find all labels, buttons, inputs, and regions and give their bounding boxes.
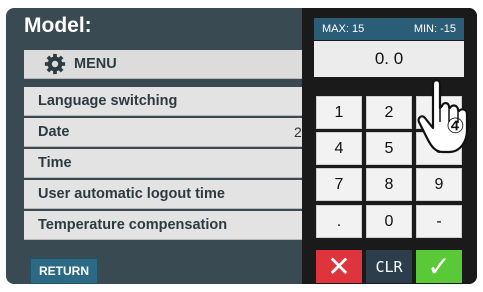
menu-item-label: Language switching (38, 93, 178, 109)
menu-item-date[interactable]: Date 202 (24, 118, 317, 147)
key-8[interactable]: 8 (366, 168, 412, 201)
menu-header: MENU (24, 50, 302, 79)
menu-item-temperature-compensation[interactable]: Temperature compensation (24, 211, 302, 240)
cancel-button[interactable]: ✕ (316, 250, 362, 283)
menu-item-time[interactable]: Time (24, 149, 302, 178)
key-decimal[interactable]: . (316, 205, 362, 238)
key-minus[interactable]: - (416, 205, 462, 238)
min-label: MIN: -15 (413, 23, 456, 35)
model-title: Model: (24, 14, 92, 37)
key-9[interactable]: 9 (416, 168, 462, 201)
settings-panel: Model: MENU Language switching Date Time… (6, 8, 317, 284)
key-0[interactable]: 0 (366, 205, 412, 238)
return-button[interactable]: RETURN (30, 258, 98, 284)
key-4[interactable]: 4 (316, 132, 362, 165)
device-screen: Model: MENU Language switching Date Time… (6, 8, 477, 284)
key-1[interactable]: 1 (316, 96, 362, 129)
menu-item-label: User automatic logout time (38, 186, 225, 202)
menu-header-label: MENU (74, 56, 117, 72)
key-2[interactable]: 2 (366, 96, 412, 129)
key-7[interactable]: 7 (316, 168, 362, 201)
menu-item-logout-time[interactable]: User automatic logout time (24, 180, 302, 209)
clear-button[interactable]: CLR (366, 250, 412, 283)
menu-item-language[interactable]: Language switching (24, 87, 302, 116)
max-label: MAX: 15 (322, 23, 365, 35)
menu-item-label: Temperature compensation (38, 217, 228, 233)
confirm-button[interactable]: ✓ (416, 250, 462, 283)
hand-pointer-icon (417, 79, 469, 154)
menu-item-label: Date (38, 124, 70, 140)
limits-bar: MAX: 15 MIN: -15 (314, 18, 464, 40)
key-5[interactable]: 5 (366, 132, 412, 165)
menu-item-label: Time (38, 155, 72, 171)
step-marker: ④ (446, 114, 465, 138)
value-display[interactable]: 0. 0 (314, 41, 464, 77)
gear-icon (44, 53, 66, 75)
